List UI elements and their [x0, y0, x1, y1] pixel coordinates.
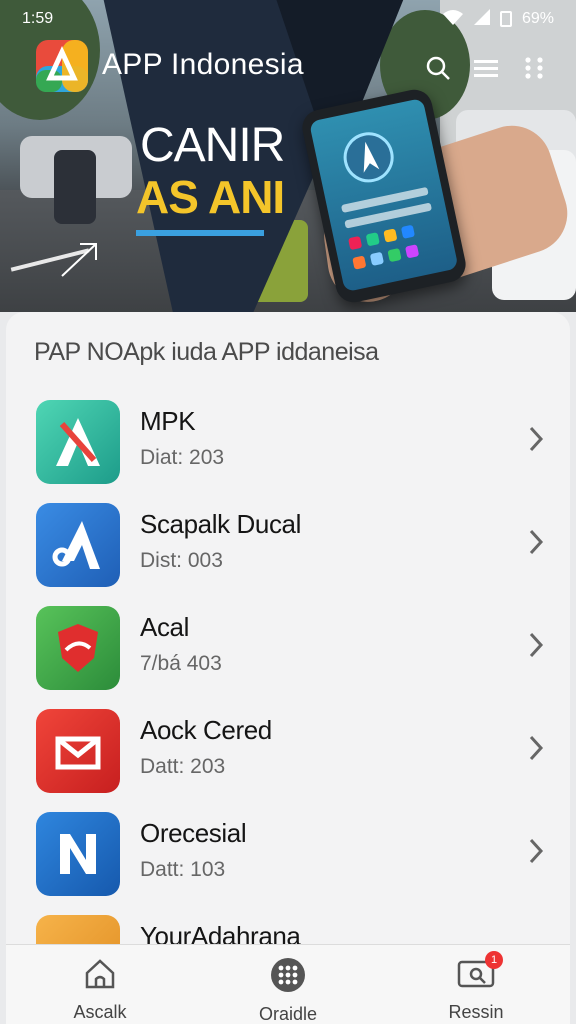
- chevron-right-icon: [529, 426, 544, 452]
- list-item[interactable]: MPK Diat: 203: [6, 390, 570, 493]
- red-mail-app-icon: [36, 709, 120, 793]
- hero-banner[interactable]: 1:59 69% APP Indonesia CANIR AS ANI: [0, 0, 576, 312]
- battery-level: 69%: [521, 10, 554, 27]
- app-meta: Diat: 203: [140, 446, 225, 469]
- app-logo-icon: [36, 40, 88, 92]
- apps-grid-icon: [270, 957, 306, 998]
- teal-a-app-icon: [36, 400, 120, 484]
- menu-icon[interactable]: [472, 54, 500, 82]
- app-list-card: PAP NOApk iuda APP iddaneisa MPK Diat: 2…: [6, 312, 570, 1024]
- wifi-icon: [442, 9, 464, 30]
- bottom-nav: Ascalk Oraidle 1 Ressin: [6, 944, 570, 1024]
- list-item[interactable]: Scapalk Ducal Dist: 003: [6, 493, 570, 596]
- navigation-arrow-icon: [338, 127, 399, 188]
- status-bar: 1:59 69%: [22, 8, 554, 30]
- battery-icon: [499, 11, 512, 27]
- list-item[interactable]: Aock Cered Datt: 203: [6, 699, 570, 802]
- hero-subheadline: AS ANI: [136, 171, 285, 223]
- tab-apps[interactable]: Oraidle: [213, 945, 363, 1024]
- header-actions: [424, 54, 548, 82]
- arrow-icon: [60, 240, 100, 285]
- section-title: PAP NOApk iuda APP iddaneisa: [34, 338, 379, 366]
- list-item[interactable]: Orecesial Datt: 103: [6, 802, 570, 905]
- tab-label: Ascalk: [73, 1002, 127, 1022]
- hero-headline: CANIR: [140, 119, 285, 172]
- app-meta: Dist: 003: [140, 549, 223, 572]
- status-time: 1:59: [22, 10, 54, 27]
- app-name: Scapalk Ducal: [140, 509, 301, 539]
- screen: 1:59 69% APP Indonesia CANIR AS ANI PAP …: [0, 0, 576, 1024]
- chevron-right-icon: [529, 838, 544, 864]
- chevron-right-icon: [529, 735, 544, 761]
- chevron-right-icon: [529, 632, 544, 658]
- tab-notifications[interactable]: 1 Ressin: [401, 945, 551, 1023]
- tab-label: Ressin: [448, 1002, 504, 1022]
- app-meta: 7/bá 403: [140, 652, 222, 675]
- chevron-right-icon: [529, 529, 544, 555]
- app-name: Orecesial: [140, 818, 247, 848]
- app-name: Aock Cered: [140, 715, 272, 745]
- notification-badge: 1: [485, 951, 503, 969]
- app-title: APP Indonesia: [102, 48, 304, 81]
- app-name: Acal: [140, 612, 189, 642]
- green-shield-app-icon: [36, 606, 120, 690]
- search-icon[interactable]: [424, 54, 452, 82]
- more-vert-icon[interactable]: [520, 54, 548, 82]
- app-meta: Datt: 103: [140, 858, 226, 881]
- tab-home[interactable]: Ascalk: [25, 945, 175, 1023]
- home-icon: [83, 957, 117, 996]
- tab-label: Oraidle: [258, 1004, 318, 1024]
- signal-icon: [473, 8, 490, 30]
- blue-n-app-icon: [36, 812, 120, 896]
- headline-underline: [136, 230, 264, 236]
- motorcycle: [54, 150, 96, 224]
- list-item[interactable]: Acal 7/bá 403: [6, 596, 570, 699]
- app-name: MPK: [140, 406, 196, 436]
- blue-a-app-icon: [36, 503, 120, 587]
- app-meta: Datt: 203: [140, 755, 226, 778]
